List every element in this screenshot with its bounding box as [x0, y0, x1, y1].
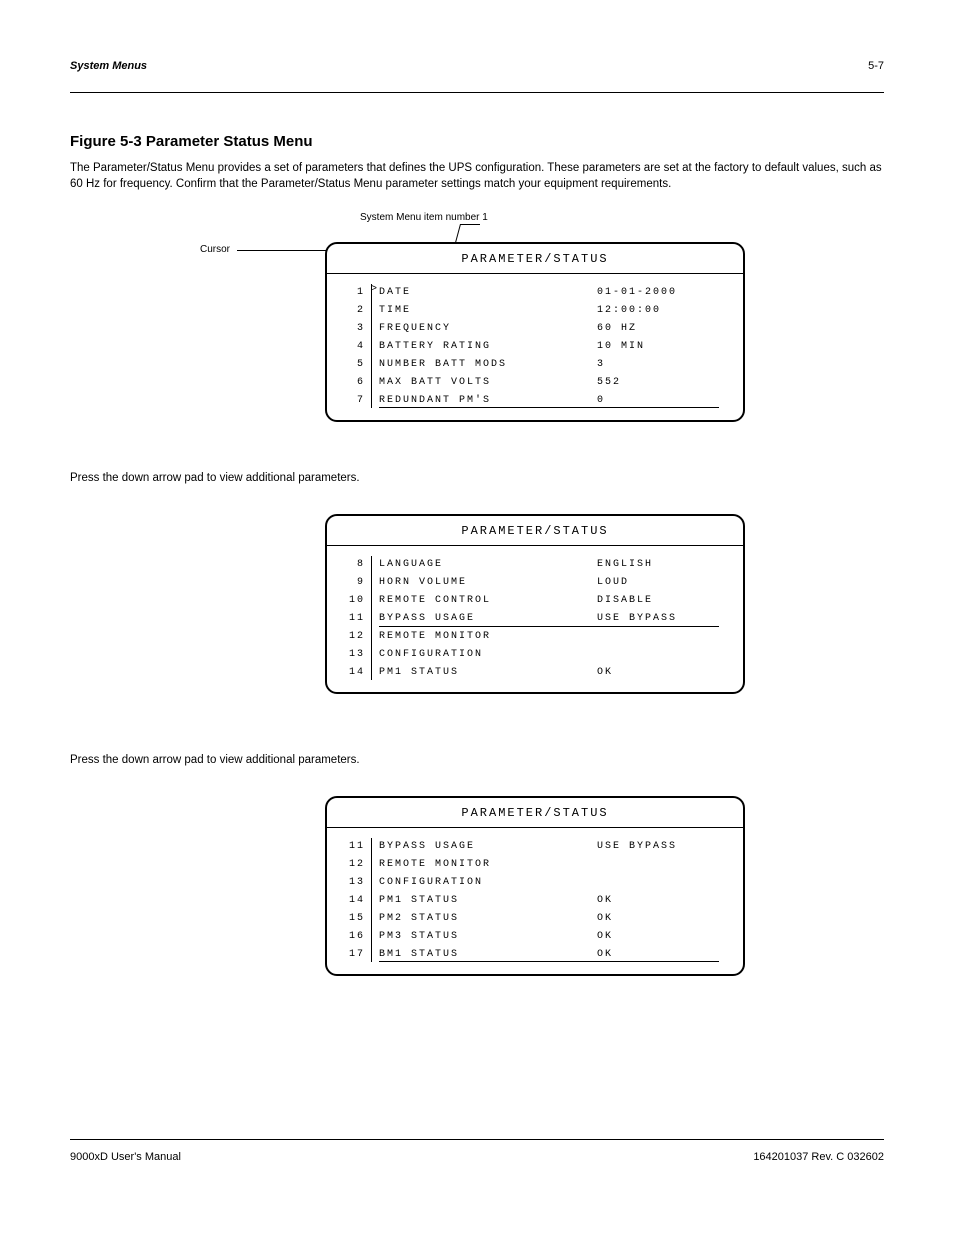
- screen-1-hline: [379, 407, 719, 408]
- screen-3: PARAMETER/STATUS 11 12 13 14 15 16 17 BY…: [325, 796, 745, 976]
- figure-title: Figure 5-3 Parameter Status Menu: [70, 133, 884, 150]
- mid-text-2: Press the down arrow pad to view additio…: [70, 754, 884, 766]
- callout-line-1: [237, 250, 332, 251]
- footer-left: 9000xD User's Manual: [70, 1151, 181, 1163]
- screen-1-numbers: 1 2 3 4 5 6 7: [335, 284, 365, 410]
- intro-text: The Parameter/Status Menu provides a set…: [70, 160, 884, 192]
- screen-3-labels: BYPASS USAGE REMOTE MONITOR CONFIGURATIO…: [379, 838, 491, 964]
- mid-text-1: Press the down arrow pad to view additio…: [70, 472, 884, 484]
- screen-2-numbers: 8 9 10 11 12 13 14: [335, 556, 365, 682]
- header-rule: [70, 92, 884, 93]
- screen-3-vline: [371, 838, 372, 962]
- screen-2-title: PARAMETER/STATUS: [327, 516, 743, 546]
- screen-3-values: USE BYPASS OK OK OK OK: [597, 838, 677, 964]
- screen-2-labels: LANGUAGE HORN VOLUME REMOTE CONTROL BYPA…: [379, 556, 491, 682]
- callout-item-label: System Menu item number 1: [360, 212, 488, 223]
- screen-1-title: PARAMETER/STATUS: [327, 244, 743, 274]
- header-left: System Menus: [70, 60, 147, 72]
- screen-1-labels: DATE TIME FREQUENCY BATTERY RATING NUMBE…: [379, 284, 507, 410]
- screen-2-vline: [371, 556, 372, 680]
- screen-3-numbers: 11 12 13 14 15 16 17: [335, 838, 365, 964]
- screen-3-title: PARAMETER/STATUS: [327, 798, 743, 828]
- screen-2-values: ENGLISH LOUD DISABLE USE BYPASS OK: [597, 556, 677, 682]
- screen-1-values: 01-01-2000 12:00:00 60 HZ 10 MIN 3 552 0: [597, 284, 677, 410]
- screen-1: PARAMETER/STATUS > 1 2 3 4 5 6 7 DATE TI…: [325, 242, 745, 422]
- screen-2: PARAMETER/STATUS 8 9 10 11 12 13 14 LANG…: [325, 514, 745, 694]
- diagram-2: PARAMETER/STATUS 8 9 10 11 12 13 14 LANG…: [70, 504, 884, 724]
- diagram-3: PARAMETER/STATUS 11 12 13 14 15 16 17 BY…: [70, 786, 884, 1006]
- footer-right: 164201037 Rev. C 032602: [753, 1151, 884, 1163]
- header-page: 5-7: [868, 60, 884, 72]
- diagram-1: Cursor System Menu item number 1 PARAMET…: [70, 212, 884, 442]
- footer-rule: [70, 1139, 884, 1140]
- screen-1-vline: [371, 284, 372, 408]
- callout-line-2b: [460, 224, 480, 225]
- callout-cursor-label: Cursor: [200, 244, 230, 255]
